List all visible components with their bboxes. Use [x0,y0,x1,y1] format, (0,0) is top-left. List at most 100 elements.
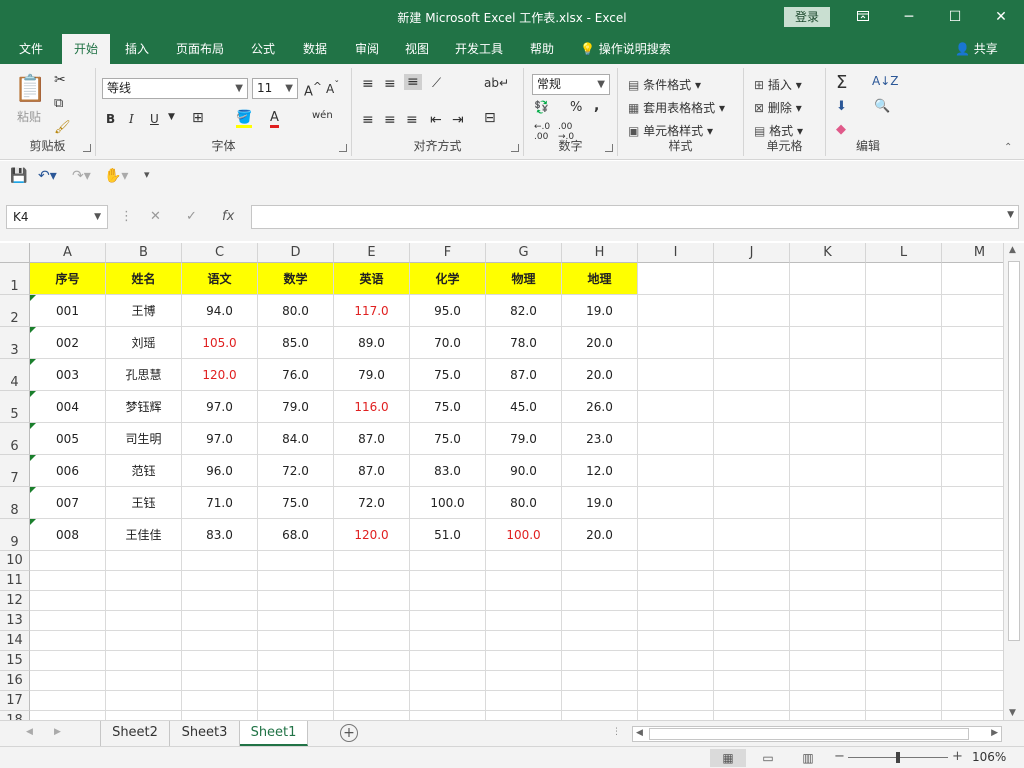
empty-cell[interactable] [638,551,714,571]
empty-cell[interactable] [790,263,866,295]
empty-cell[interactable] [486,551,562,571]
empty-cell[interactable] [486,611,562,631]
empty-cell[interactable] [714,651,790,671]
empty-cell[interactable] [30,591,106,611]
empty-cell[interactable] [334,611,410,631]
table-cell[interactable]: 87.0 [334,423,410,455]
empty-cell[interactable] [866,295,942,327]
empty-cell[interactable] [638,611,714,631]
table-cell[interactable]: 王博 [106,295,182,327]
increase-indent-icon[interactable]: ⇥ [452,112,464,128]
empty-cell[interactable] [790,423,866,455]
empty-cell[interactable] [942,651,1003,671]
table-cell[interactable]: 79.0 [334,359,410,391]
empty-cell[interactable] [638,327,714,359]
empty-cell[interactable] [942,551,1003,571]
column-header[interactable]: I [638,243,714,263]
empty-cell[interactable] [410,691,486,711]
row-header[interactable]: 6 [0,423,30,455]
empty-cell[interactable] [714,671,790,691]
empty-cell[interactable] [30,651,106,671]
scroll-right-icon[interactable]: ▶ [991,728,998,738]
empty-cell[interactable] [638,571,714,591]
table-cell[interactable]: 89.0 [334,327,410,359]
table-header-cell[interactable]: 英语 [334,263,410,295]
delete-cells-button[interactable]: ⊠ 删除 ▾ [754,99,802,116]
empty-cell[interactable] [866,519,942,551]
empty-cell[interactable] [790,295,866,327]
phonetic-icon[interactable]: wén [312,110,333,121]
table-cell[interactable]: 26.0 [562,391,638,423]
table-cell[interactable]: 80.0 [486,487,562,519]
empty-cell[interactable] [714,551,790,571]
empty-cell[interactable] [30,571,106,591]
empty-cell[interactable] [942,591,1003,611]
empty-cell[interactable] [562,631,638,651]
empty-cell[interactable] [562,571,638,591]
row-header[interactable]: 11 [0,571,30,591]
empty-cell[interactable] [258,571,334,591]
insert-cells-button[interactable]: ⊞ 插入 ▾ [754,76,802,93]
normal-view-icon[interactable]: ▦ [710,749,746,767]
empty-cell[interactable] [486,691,562,711]
empty-cell[interactable] [790,611,866,631]
table-cell[interactable]: 80.0 [258,295,334,327]
column-header[interactable]: B [106,243,182,263]
row-header[interactable]: 15 [0,651,30,671]
column-header[interactable]: H [562,243,638,263]
table-cell[interactable]: 19.0 [562,295,638,327]
paste-label[interactable]: 粘贴 [17,108,41,125]
error-indicator-icon[interactable] [30,391,36,397]
zoom-in-icon[interactable]: + [952,749,963,764]
table-cell[interactable]: 97.0 [182,391,258,423]
table-header-cell[interactable]: 化学 [410,263,486,295]
empty-cell[interactable] [942,295,1003,327]
row-header[interactable]: 4 [0,359,30,391]
table-cell[interactable]: 84.0 [258,423,334,455]
column-header[interactable]: F [410,243,486,263]
empty-cell[interactable] [866,263,942,295]
empty-cell[interactable] [106,711,182,720]
table-cell[interactable]: 45.0 [486,391,562,423]
table-cell[interactable]: 95.0 [410,295,486,327]
table-cell[interactable]: 96.0 [182,455,258,487]
tab-formulas[interactable]: 公式 [242,34,284,64]
row-header[interactable]: 14 [0,631,30,651]
empty-cell[interactable] [714,711,790,720]
row-header[interactable]: 7 [0,455,30,487]
scroll-up-icon[interactable]: ▲ [1009,245,1016,255]
tab-review[interactable]: 审阅 [346,34,388,64]
table-cell[interactable]: 23.0 [562,423,638,455]
vertical-scroll-thumb[interactable] [1008,261,1020,641]
tab-insert[interactable]: 插入 [116,34,158,64]
row-header[interactable]: 18 [0,711,30,720]
table-header-cell[interactable]: 语文 [182,263,258,295]
empty-cell[interactable] [638,711,714,720]
italic-button[interactable]: I [129,112,134,126]
empty-cell[interactable] [30,711,106,720]
empty-cell[interactable] [410,651,486,671]
empty-cell[interactable] [182,591,258,611]
empty-cell[interactable] [942,691,1003,711]
empty-cell[interactable] [638,519,714,551]
row-header[interactable]: 9 [0,519,30,551]
horizontal-scroll-thumb[interactable] [649,728,969,740]
autosum-icon[interactable]: Σ [836,72,847,93]
table-cell[interactable]: 20.0 [562,327,638,359]
table-cell[interactable]: 78.0 [486,327,562,359]
error-indicator-icon[interactable] [30,519,36,525]
table-header-cell[interactable]: 地理 [562,263,638,295]
empty-cell[interactable] [486,651,562,671]
table-cell[interactable]: 范钰 [106,455,182,487]
tab-split-icon[interactable]: ⋮ [612,727,621,737]
font-size-combo[interactable]: 11 ▼ [252,78,298,99]
tab-page-layout[interactable]: 页面布局 [168,34,232,64]
worksheet-grid[interactable]: A B C D E F G H I J K L M 1 序号 姓名 语文 数学 英语 化学 物理 地理 2 001 王博 94.0… [0,243,1003,720]
empty-cell[interactable] [866,611,942,631]
border-icon[interactable]: ⊞ [192,110,204,126]
empty-cell[interactable] [562,591,638,611]
vertical-scrollbar[interactable]: ▲ ▼ [1003,243,1024,720]
table-cell[interactable]: 王佳佳 [106,519,182,551]
tab-file[interactable]: 文件 [8,34,54,64]
row-header[interactable]: 2 [0,295,30,327]
